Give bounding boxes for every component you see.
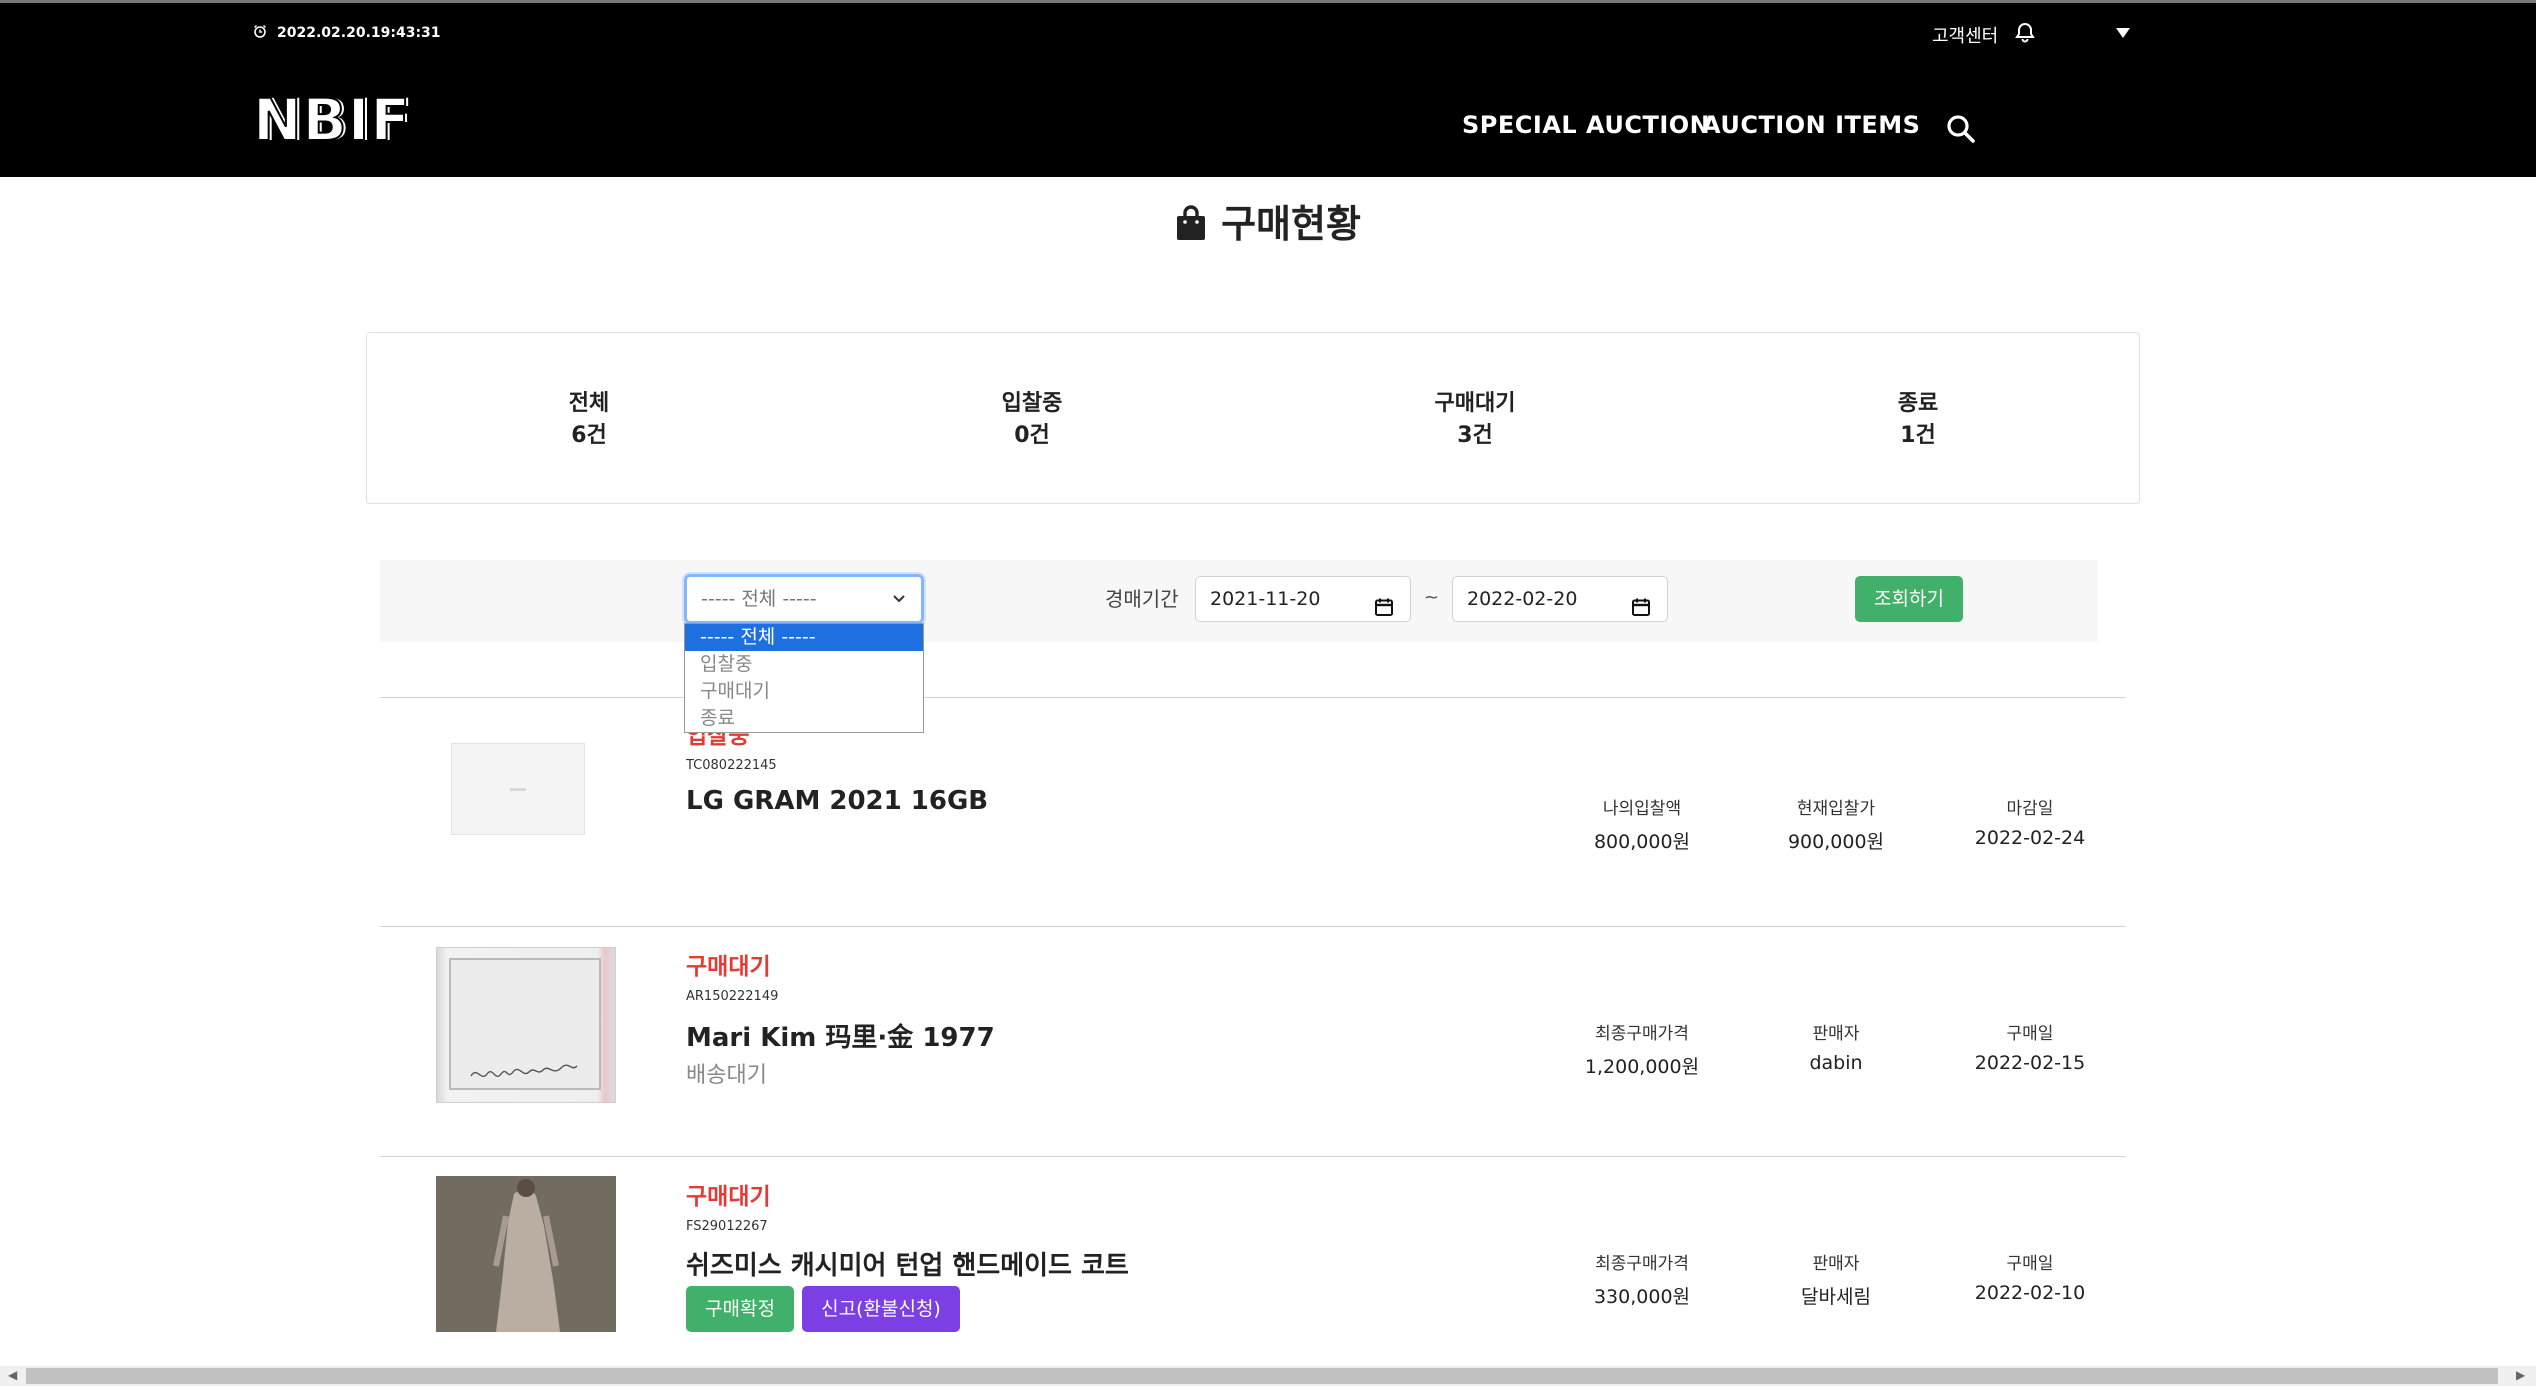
bell-icon[interactable] (2014, 21, 2036, 48)
column-label: 최종구매가격 (1595, 1024, 1689, 1044)
calendar-icon[interactable] (1374, 589, 1394, 633)
status-filter-select[interactable]: ----- 전체 ----- (684, 574, 924, 624)
delivery-status: 배송대기 (686, 1063, 767, 1088)
status-filter-options: ----- 전체 ----- 입찰중 구매대기 종료 (684, 623, 924, 733)
page-title-text: 구매현황 (1221, 202, 1361, 246)
column-value: 330,000원 (1593, 1286, 1691, 1308)
item-status: 구매대기 (686, 954, 771, 980)
column-value: 달바세림 (1801, 1286, 1871, 1308)
item-name[interactable]: 쉬즈미스 캐시미어 턴업 핸드메이드 코트 (686, 1245, 1129, 1282)
purchase-list-item[interactable]: 구매대기 AR150222149 Mari Kim 玛里·金 1977 배송대기… (380, 927, 2126, 1156)
scrollbar-thumb[interactable] (26, 1368, 2498, 1384)
customer-center-link[interactable]: 고객센터 (1932, 22, 1998, 48)
product-thumbnail-laptop[interactable] (451, 743, 585, 835)
query-button[interactable]: 조회하기 (1855, 576, 1963, 622)
column-label: 판매자 (1812, 1254, 1860, 1274)
column-label: 나의입찰액 (1602, 799, 1682, 819)
item-name[interactable]: LG GRAM 2021 16GB (686, 786, 988, 816)
site-header: 2022.02.20.19:43:31 고객센터 NBIF SPECIAL AU… (0, 3, 2536, 177)
server-clock: 2022.02.20.19:43:31 (253, 24, 441, 42)
summary-label: 구매대기 (1434, 391, 1516, 416)
current-bid-column: 현재입찰가 900,000원 (1746, 794, 1926, 854)
timestamp-text: 2022.02.20.19:43:31 (277, 25, 441, 41)
utility-menu: 고객센터 (1932, 21, 2132, 48)
column-value: dabin (1809, 1052, 1863, 1074)
option-ended[interactable]: 종료 (685, 705, 923, 732)
end-date-value: 2022-02-20 (1467, 588, 1578, 610)
column-label: 판매자 (1812, 1024, 1860, 1044)
summary-all[interactable]: 전체 6건 (489, 388, 689, 452)
alarm-clock-icon (253, 24, 267, 42)
summary-count: 0건 (1014, 423, 1050, 448)
option-awaiting-purchase[interactable]: 구매대기 (685, 678, 923, 705)
final-price-column: 최종구매가격 1,200,000원 (1552, 1019, 1732, 1079)
purchase-summary-panel: 전체 6건 입찰중 0건 구매대기 3건 종료 1건 (366, 332, 2140, 504)
column-label: 마감일 (2006, 799, 2054, 819)
summary-count: 1건 (1900, 423, 1936, 448)
end-date-input[interactable]: 2022-02-20 (1452, 576, 1668, 622)
column-value: 800,000원 (1593, 831, 1691, 853)
confirm-purchase-button[interactable]: 구매확정 (686, 1286, 794, 1332)
purchase-date-column: 구매일 2022-02-10 (1940, 1249, 2120, 1304)
my-bid-column: 나의입찰액 800,000원 (1552, 794, 1732, 854)
calendar-icon[interactable] (1631, 589, 1651, 633)
product-thumbnail-coat[interactable] (436, 1176, 616, 1332)
nav-special-auction[interactable]: SPECIAL AUCTION (1462, 111, 1710, 139)
product-thumbnail-artwork[interactable] (436, 947, 616, 1103)
item-status: 구매대기 (686, 1184, 771, 1210)
report-refund-button[interactable]: 신고(환불신청) (802, 1286, 960, 1332)
search-icon[interactable] (1945, 113, 1977, 149)
purchase-list-item[interactable]: 구매대기 FS29012267 쉬즈미스 캐시미어 턴업 핸드메이드 코트 구매… (380, 1157, 2126, 1366)
column-value: 2022-02-15 (1974, 1052, 2086, 1074)
summary-count: 3건 (1457, 423, 1493, 448)
horizontal-scrollbar[interactable]: ◀ ▶ (0, 1366, 2536, 1386)
site-logo[interactable]: NBIF (252, 90, 411, 150)
page-title: 구매현황 (0, 193, 2536, 250)
start-date-input[interactable]: 2021-11-20 (1195, 576, 1411, 622)
summary-count: 6건 (571, 423, 607, 448)
summary-bidding[interactable]: 입찰중 0건 (932, 388, 1132, 452)
user-menu-dropdown-icon[interactable] (2114, 24, 2132, 45)
item-name[interactable]: Mari Kim 玛里·金 1977 (686, 1017, 995, 1054)
column-value: 2022-02-24 (1974, 827, 2086, 849)
summary-label: 입찰중 (1001, 391, 1063, 416)
column-value: 1,200,000원 (1584, 1056, 1700, 1078)
summary-awaiting-purchase[interactable]: 구매대기 3건 (1375, 388, 1575, 452)
summary-label: 전체 (568, 391, 610, 416)
summary-label: 종료 (1897, 391, 1939, 416)
item-code: AR150222149 (686, 989, 779, 1004)
column-label: 최종구매가격 (1595, 1254, 1689, 1274)
item-code: TC080222145 (686, 758, 777, 773)
shopping-bag-icon (1175, 205, 1207, 250)
status-filter-selected: ----- 전체 ----- (701, 588, 817, 610)
item-code: FS29012267 (686, 1219, 768, 1234)
purchase-list-item[interactable]: 입찰중 TC080222145 LG GRAM 2021 16GB 나의입찰액 … (380, 698, 2126, 926)
auction-period-label: 경매기간 (1105, 587, 1179, 611)
purchase-date-column: 구매일 2022-02-15 (1940, 1019, 2120, 1074)
deadline-column: 마감일 2022-02-24 (1940, 794, 2120, 849)
column-value: 900,000원 (1787, 831, 1885, 853)
option-all[interactable]: ----- 전체 ----- (685, 624, 923, 651)
final-price-column: 최종구매가격 330,000원 (1552, 1249, 1732, 1309)
seller-column: 판매자 달바세림 (1746, 1249, 1926, 1309)
column-label: 현재입찰가 (1796, 799, 1876, 819)
summary-ended[interactable]: 종료 1건 (1818, 388, 2018, 452)
column-label: 구매일 (2006, 1254, 2054, 1274)
option-bidding[interactable]: 입찰중 (685, 651, 923, 678)
date-range-separator: ~ (1424, 587, 1440, 608)
column-value: 2022-02-10 (1974, 1282, 2086, 1304)
start-date-value: 2021-11-20 (1210, 588, 1321, 610)
seller-column: 판매자 dabin (1746, 1019, 1926, 1074)
scroll-right-arrow-icon[interactable]: ▶ (2516, 1368, 2525, 1382)
column-label: 구매일 (2006, 1024, 2054, 1044)
scroll-left-arrow-icon[interactable]: ◀ (8, 1368, 17, 1382)
nav-auction-items[interactable]: AUCTION ITEMS (1702, 111, 1920, 139)
